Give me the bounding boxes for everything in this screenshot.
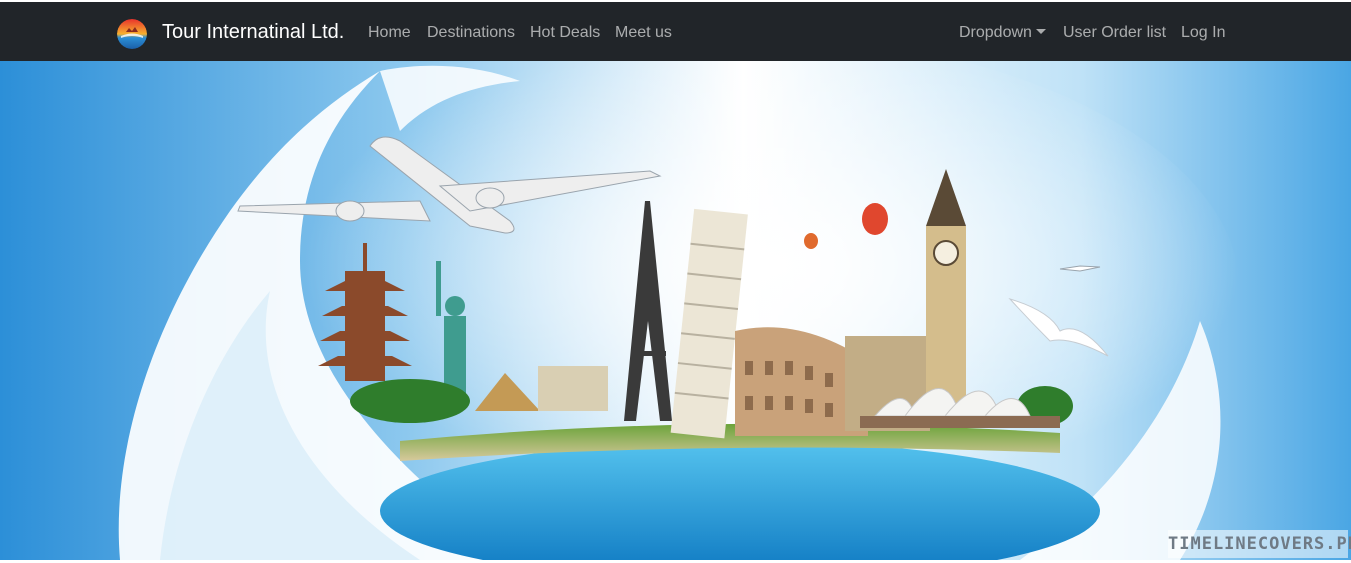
- nav-link-meet-us[interactable]: Meet us: [615, 24, 672, 42]
- nav-link-destinations[interactable]: Destinations: [427, 24, 515, 42]
- navbar: Tour Internatinal Ltd. Home Destinations…: [0, 2, 1351, 61]
- globe-logo-icon[interactable]: [117, 19, 147, 49]
- hero-banner: TIMELINECOVERS.PRO: [0, 61, 1351, 560]
- watermark: TIMELINECOVERS.PRO: [1168, 530, 1351, 558]
- nav-link-log-in[interactable]: Log In: [1181, 24, 1225, 42]
- brand-name[interactable]: Tour Internatinal Ltd.: [162, 21, 344, 44]
- nav-link-hot-deals[interactable]: Hot Deals: [530, 24, 600, 42]
- dropdown-label: Dropdown: [959, 24, 1032, 41]
- nav-link-user-order-list[interactable]: User Order list: [1063, 24, 1166, 42]
- caret-down-icon: [1035, 29, 1046, 34]
- dropdown-toggle[interactable]: Dropdown: [959, 24, 1046, 42]
- hero-illustration: [0, 61, 1351, 560]
- nav-link-home[interactable]: Home: [368, 24, 411, 42]
